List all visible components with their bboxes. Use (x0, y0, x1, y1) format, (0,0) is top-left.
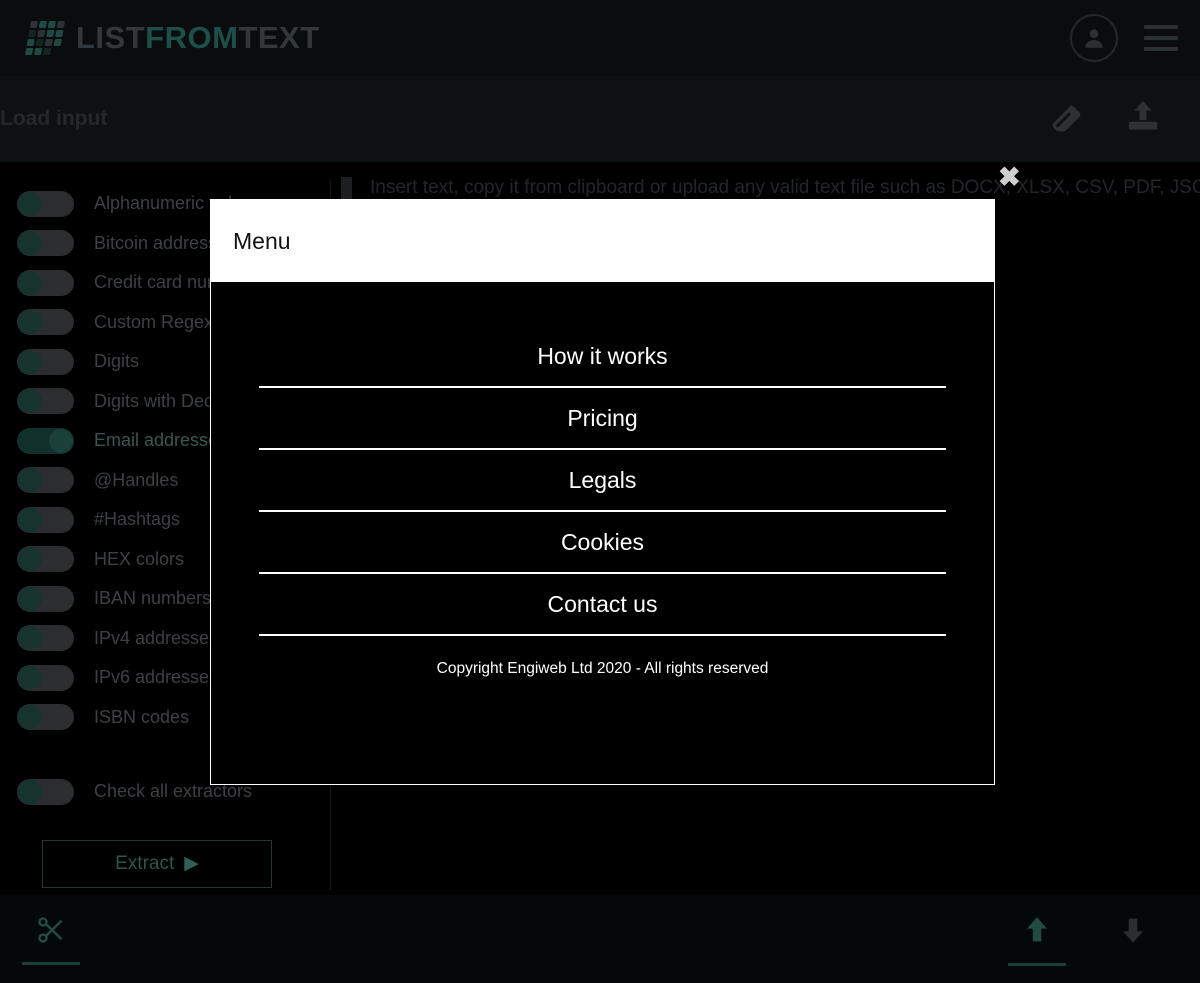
arrow-up-icon[interactable] (1020, 913, 1054, 952)
toggle-knob (18, 547, 42, 572)
extractor-label: #Hashtags (94, 509, 181, 530)
bottom-toolbar (0, 895, 1200, 983)
toggle-knob (18, 270, 42, 295)
menu-item-contact-us[interactable]: Contact us (259, 574, 946, 636)
extractor-toggle[interactable] (17, 348, 74, 375)
scissors-icon[interactable] (35, 914, 67, 951)
menu-modal: Menu How it works Pricing Legals Cookies… (210, 199, 995, 785)
logo-dot-matrix-icon (25, 21, 65, 55)
menu-copyright: Copyright Engiweb Ltd 2020 - All rights … (436, 660, 769, 677)
extractor-label: Custom Regex (94, 311, 214, 332)
footer-nav-actions (1008, 913, 1162, 966)
wordmark-text: TEXT (238, 20, 320, 55)
app-root: LISTFROMTEXT Load input Alphanumeric val… (0, 0, 1200, 983)
user-avatar-icon[interactable] (1070, 14, 1118, 62)
menu-item-how-it-works[interactable]: How it works (259, 326, 946, 388)
check-all-toggle[interactable] (17, 778, 74, 805)
close-icon[interactable]: ✖ (998, 164, 1021, 191)
top-header: LISTFROMTEXT (0, 0, 1200, 76)
extractor-toggle[interactable] (17, 664, 74, 691)
toggle-knob (18, 191, 42, 216)
extractor-label: IPv4 addresses (94, 627, 219, 648)
scroll-up-tool[interactable] (1008, 913, 1066, 966)
extractor-toggle[interactable] (17, 467, 74, 494)
extractor-toggle[interactable] (17, 546, 74, 573)
toggle-knob (18, 468, 42, 493)
extractor-toggle[interactable] (17, 269, 74, 296)
toggle-knob (18, 779, 42, 804)
toggle-knob (49, 428, 73, 453)
active-underline (1008, 962, 1066, 966)
wordmark: LISTFROMTEXT (76, 20, 320, 56)
wordmark-from: FROM (145, 20, 239, 55)
extractor-label: @Handles (94, 469, 179, 490)
header-actions (1070, 14, 1178, 62)
brand-logo[interactable]: LISTFROMTEXT (25, 20, 320, 56)
menu-modal-header: Menu (211, 200, 994, 282)
input-placeholder: Insert text, copy it from clipboard or u… (370, 177, 1200, 198)
menu-item-pricing[interactable]: Pricing (259, 388, 946, 450)
extractor-toggle[interactable] (17, 625, 74, 652)
toggle-knob (18, 586, 42, 611)
extractor-toggle[interactable] (17, 388, 74, 415)
extractor-toggle[interactable] (17, 506, 74, 533)
arrow-down-icon[interactable] (1116, 913, 1150, 952)
menu-item-legals[interactable]: Legals (259, 450, 946, 512)
extractor-toggle[interactable] (17, 190, 74, 217)
hamburger-menu-icon[interactable] (1144, 25, 1178, 51)
extractor-toggle[interactable] (17, 230, 74, 257)
extractor-toggle[interactable] (17, 427, 74, 454)
menu-modal-title: Menu (233, 227, 291, 254)
load-input-bar: Load input (0, 76, 1200, 162)
load-input-title: Load input (0, 107, 108, 130)
toggle-knob (18, 665, 42, 690)
extractor-toggle[interactable] (17, 585, 74, 612)
menu-modal-body: How it works Pricing Legals Cookies Cont… (211, 282, 994, 784)
toggle-knob (18, 349, 42, 374)
toggle-knob (18, 705, 42, 730)
active-underline (22, 961, 80, 965)
extractor-toggle[interactable] (17, 704, 74, 731)
extract-button-label: Extract (115, 852, 175, 874)
extractor-label: IPv6 addresses (94, 667, 219, 688)
menu-item-cookies[interactable]: Cookies (259, 512, 946, 574)
inactive-underline (1104, 963, 1162, 966)
cut-tool[interactable] (22, 914, 80, 965)
extractor-label: ISBN codes (94, 706, 190, 727)
extractor-label: Email addresses (94, 430, 228, 451)
load-input-actions (1048, 98, 1162, 141)
upload-icon[interactable] (1124, 98, 1162, 141)
toggle-knob (18, 626, 42, 651)
toggle-knob (18, 231, 42, 256)
wordmark-list: LIST (76, 20, 146, 55)
extract-button-wrapper: Extract ▶ (0, 812, 330, 888)
toggle-knob (18, 310, 42, 335)
extract-button[interactable]: Extract ▶ (42, 839, 272, 888)
scroll-down-tool[interactable] (1104, 913, 1162, 966)
play-triangle-icon: ▶ (184, 853, 199, 874)
extractor-label: HEX colors (94, 548, 185, 569)
extractor-label: IBAN numbers (94, 588, 212, 609)
toggle-knob (18, 507, 42, 532)
extractor-label: Digits (94, 351, 140, 372)
eraser-icon[interactable] (1048, 99, 1084, 140)
extractor-toggle[interactable] (17, 309, 74, 336)
toggle-knob (18, 389, 42, 414)
